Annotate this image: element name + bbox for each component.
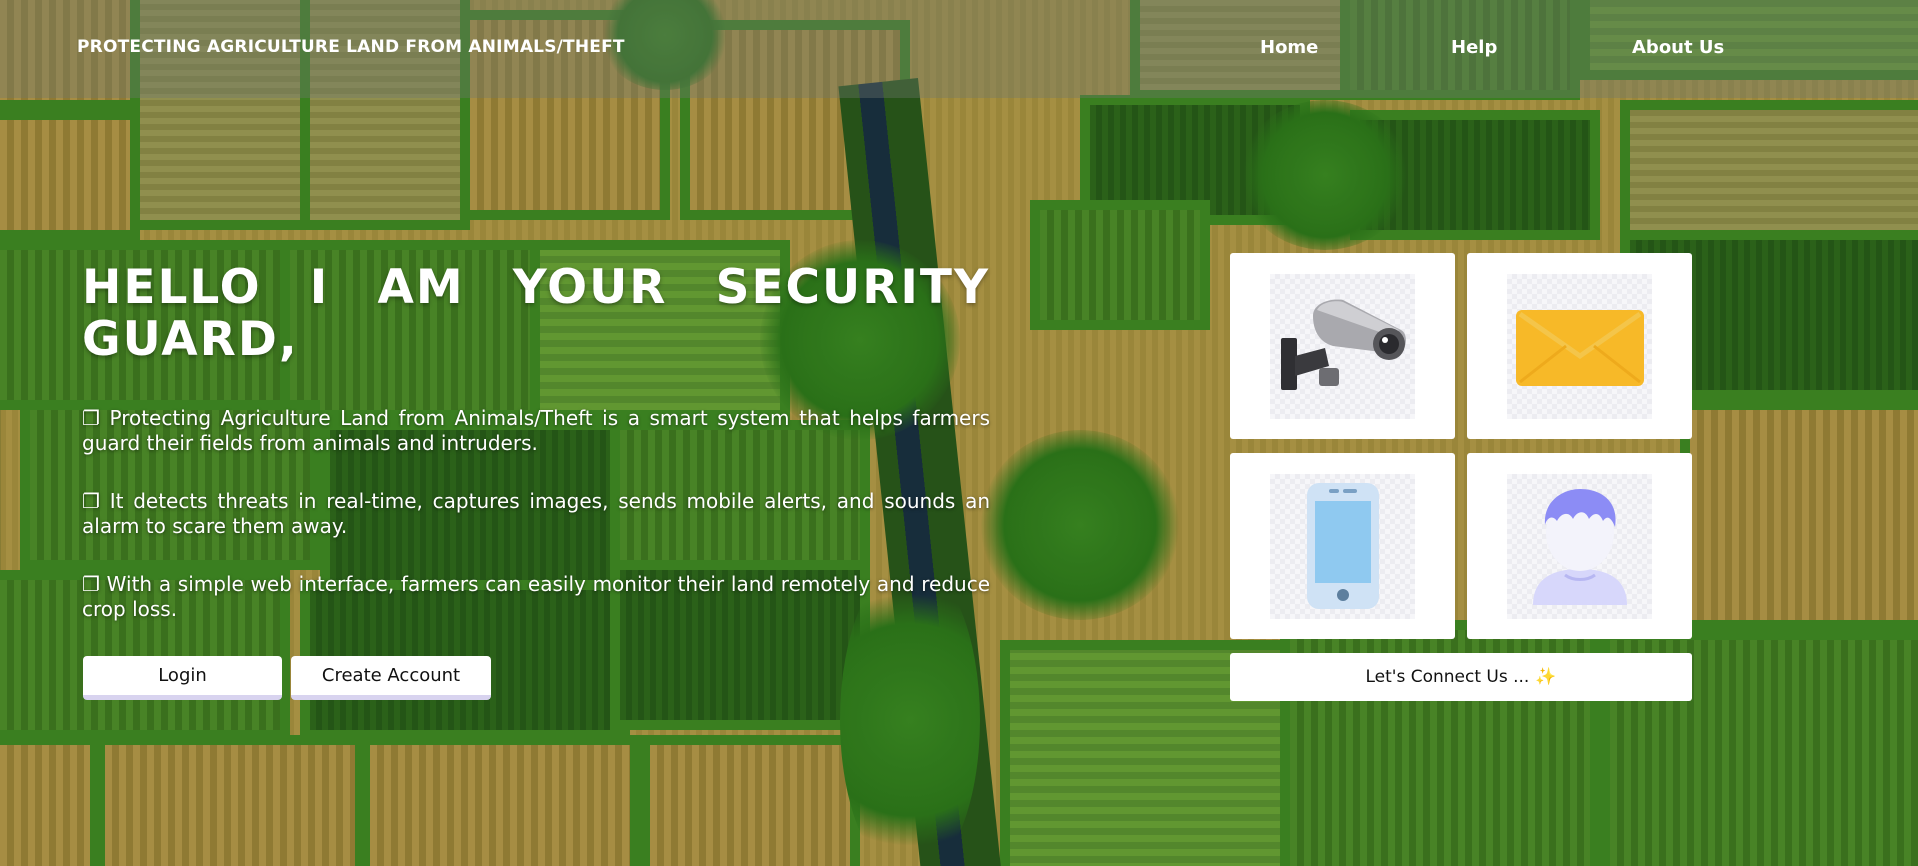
envelope-icon [1515,310,1644,386]
phone-card [1230,453,1455,639]
monitoring-paragraph: ❐ With a simple web interface, farmers c… [82,572,990,622]
hero-heading: HELLO I AM YOUR SECURITY GUARD, [82,260,990,367]
camera-card [1230,253,1455,439]
intro-paragraph: ❐ Protecting Agriculture Land from Anima… [82,406,990,456]
login-button[interactable]: Login [83,656,282,700]
smartphone-icon [1306,483,1379,609]
user-avatar-icon [1532,489,1627,605]
bullet-icon: ❐ [82,406,100,430]
monitoring-paragraph-text: With a simple web interface, farmers can… [82,572,990,621]
sparkles-icon: ✨ [1535,667,1557,687]
bullet-icon: ❐ [82,489,100,513]
nav-help-link[interactable]: Help [1451,37,1497,58]
bullet-icon: ❐ [82,572,100,596]
site-title: PROTECTING AGRICULTURE LAND FROM ANIMALS… [77,37,625,57]
mail-card [1467,253,1692,439]
nav-about-us-link[interactable]: About Us [1632,37,1724,58]
user-card [1467,453,1692,639]
intro-paragraph-text: Protecting Agriculture Land from Animals… [82,406,990,455]
lets-connect-button[interactable]: Let's Connect Us ... ✨ [1230,653,1692,701]
security-camera-icon [1280,299,1406,390]
create-account-button[interactable]: Create Account [291,656,491,700]
top-navigation-bar: PROTECTING AGRICULTURE LAND FROM ANIMALS… [0,0,1918,98]
nav-home-link[interactable]: Home [1260,37,1318,58]
detection-paragraph-text: It detects threats in real-time, capture… [82,489,991,538]
detection-paragraph: ❐ It detects threats in real-time, captu… [82,489,990,539]
lets-connect-label: Let's Connect Us ... [1365,667,1530,687]
